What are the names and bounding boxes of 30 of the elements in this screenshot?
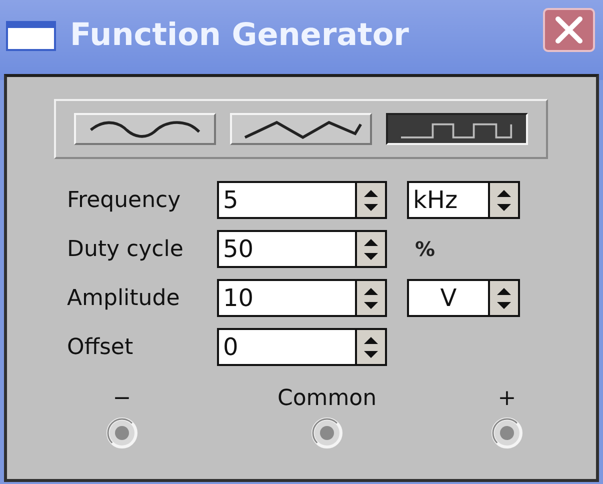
terminal-label: Common [277,386,377,413]
field-label: Duty cycle [67,236,184,264]
spin-buttons[interactable] [355,183,385,217]
triangle-wave-button[interactable] [230,113,372,145]
spin-buttons[interactable] [355,281,385,315]
unit-field[interactable]: V [407,279,520,317]
spin-buttons[interactable] [355,330,385,364]
spin-buttons[interactable] [488,281,518,315]
field-label: Offset [67,334,134,362]
terminal-label: + [498,386,516,413]
number-field[interactable]: 5 [217,181,387,219]
number-field[interactable]: 10 [217,279,387,317]
unit-field[interactable]: kHz [407,181,520,219]
unit-label: % [414,237,436,261]
spin-buttons[interactable] [488,183,518,217]
terminal-label: − [112,386,132,413]
number-field[interactable]: 0 [217,328,387,366]
field-label: Frequency [67,186,182,214]
number-field[interactable]: 50 [217,230,387,268]
terminal-icon[interactable] [310,416,344,450]
window-icon [6,21,56,51]
field-label: Amplitude [67,284,181,312]
terminal-icon[interactable] [490,416,524,450]
square-wave-button[interactable] [386,113,528,145]
close-button[interactable] [543,8,595,52]
spin-buttons[interactable] [355,232,385,266]
sine-wave-button[interactable] [74,113,216,145]
close-icon [554,15,584,45]
terminal-icon[interactable] [105,416,139,450]
window-title: Function Generator [70,20,409,51]
